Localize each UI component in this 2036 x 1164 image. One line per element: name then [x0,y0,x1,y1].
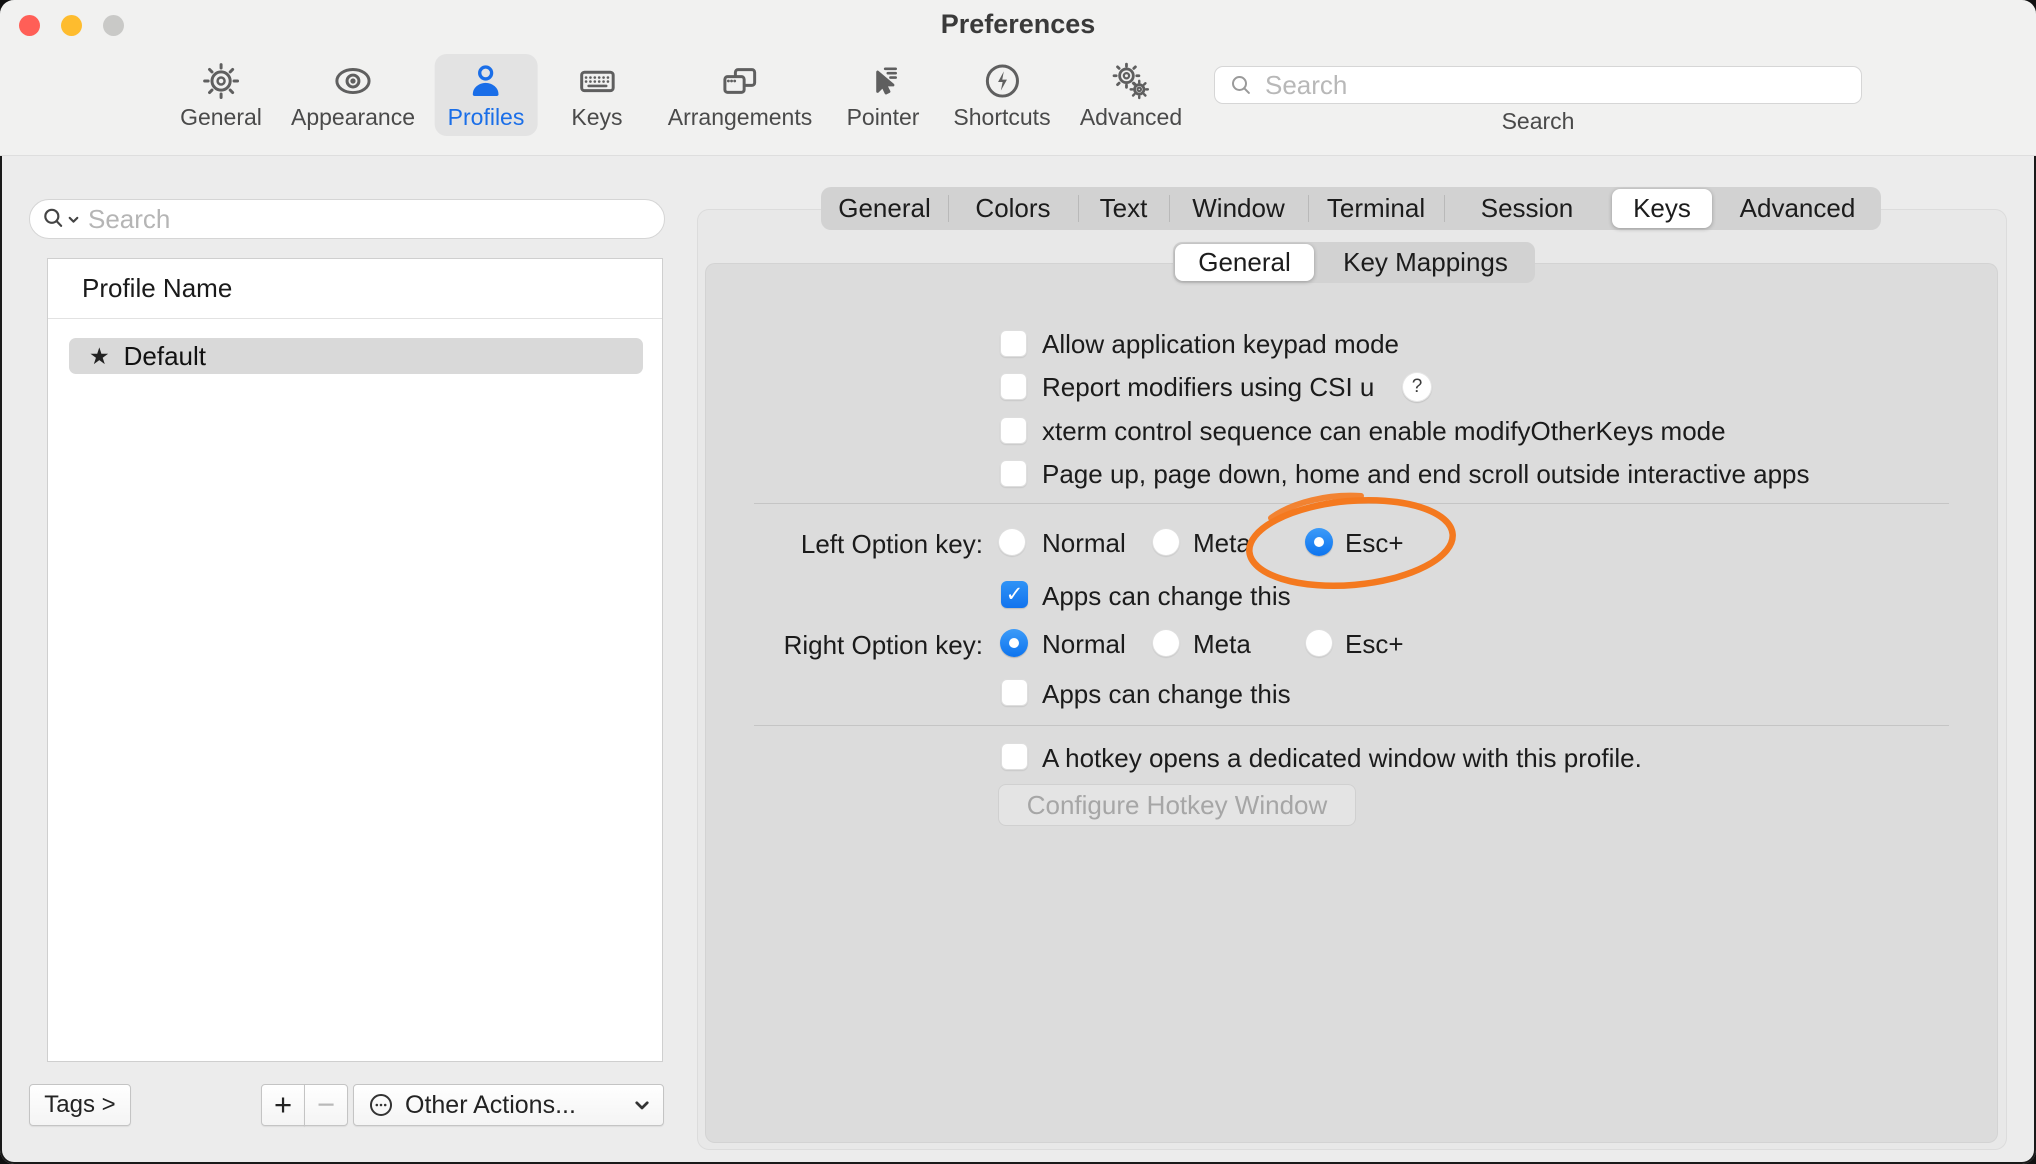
checkbox-label: A hotkey opens a dedicated window with t… [1042,744,1642,772]
radio-left-option-normal[interactable] [998,528,1026,556]
tab-text[interactable]: Text [1078,187,1169,230]
toolbar-item-label: Keys [571,104,622,131]
toolbar-search-caption: Search [1214,108,1862,135]
separator [754,725,1949,726]
checkbox-label: Apps can change this [1042,680,1291,708]
toolbar-item-label: Profiles [448,104,525,131]
profile-tabs: General Colors Text Window Terminal Sess… [821,187,1881,230]
checkbox-hotkey-window[interactable] [1001,743,1028,770]
star-icon: ★ [89,343,110,370]
toolbar-item-pointer[interactable]: Pointer [834,54,933,136]
add-profile-button[interactable]: + [261,1084,305,1126]
help-button[interactable]: ? [1402,372,1432,402]
tab-keys[interactable]: Keys [1612,189,1712,228]
toolbar-item-label: Shortcuts [953,104,1050,131]
profile-search-field[interactable] [29,199,665,239]
radio-right-option-meta[interactable] [1152,629,1180,657]
toolbar-item-appearance[interactable]: Appearance [278,54,428,136]
cursor-icon [862,60,904,102]
annotation-ellipse [1233,490,1473,600]
profile-row-default[interactable]: ★ Default [69,338,643,374]
radio-left-option-meta[interactable] [1152,528,1180,556]
bolt-icon [981,60,1023,102]
window-title: Preferences [0,9,2036,40]
keyboard-icon [576,60,618,102]
toolbar-item-keys[interactable]: Keys [558,54,635,136]
question-mark-icon: ? [1412,376,1423,398]
checkbox-label: Page up, page down, home and end scroll … [1042,460,1810,488]
subtab-general[interactable]: General [1175,244,1314,281]
keys-subtabs: General Key Mappings [1173,242,1535,283]
gear-icon [200,60,242,102]
tags-button[interactable]: Tags > [29,1084,131,1126]
right-option-key-label: Right Option key: [700,630,983,661]
profile-list: Profile Name ★ Default [47,258,663,1062]
toolbar-item-label: Arrangements [668,104,812,131]
eye-icon [332,60,374,102]
tab-colors[interactable]: Colors [948,187,1078,230]
toolbar-item-shortcuts[interactable]: Shortcuts [940,54,1063,136]
toolbar-item-profiles[interactable]: Profiles [435,54,538,136]
left-option-key-label: Left Option key: [700,529,983,560]
checkbox-report-csi-u[interactable] [1000,373,1027,400]
toolbar-search-input[interactable] [1263,69,1827,102]
tab-window[interactable]: Window [1169,187,1308,230]
toolbar-item-label: Pointer [847,104,920,131]
toolbar-item-label: General [180,104,262,131]
tab-terminal[interactable]: Terminal [1308,187,1444,230]
tags-button-label: Tags > [44,1091,115,1119]
tab-advanced[interactable]: Advanced [1714,187,1881,230]
profile-list-header: Profile Name [48,259,662,319]
tab-general[interactable]: General [821,187,948,230]
checkbox-xterm-modifyotherkeys[interactable] [1000,417,1027,444]
preferences-window: Preferences General Appearance Profiles [0,0,2036,1164]
plus-icon: + [274,1087,292,1123]
toolbar-item-label: Appearance [291,104,415,131]
person-icon [465,60,507,102]
radio-label: Normal [1042,630,1126,658]
checkbox-left-apps-can-change[interactable]: ✓ [1001,581,1028,608]
minus-icon: − [317,1087,335,1123]
other-actions-dropdown[interactable]: Other Actions... [353,1084,664,1126]
radio-label: Normal [1042,529,1126,557]
checkbox-page-scroll-outside[interactable] [1000,460,1027,487]
gears-icon [1110,60,1152,102]
tab-session[interactable]: Session [1444,187,1610,230]
circle-ellipsis-icon [367,1091,395,1119]
chevron-down-icon [633,1096,651,1114]
checkbox-right-apps-can-change[interactable] [1001,679,1028,706]
radio-label: Esc+ [1345,630,1404,658]
toolbar-search-field[interactable] [1214,66,1862,104]
toolbar-item-label: Advanced [1080,104,1182,131]
subtab-key-mappings[interactable]: Key Mappings [1316,242,1535,283]
toolbar-item-arrangements[interactable]: Arrangements [655,54,825,136]
configure-hotkey-window-label: Configure Hotkey Window [1027,790,1328,821]
checkbox-label: Report modifiers using CSI u [1042,373,1374,401]
profile-name: Default [124,341,206,372]
configure-hotkey-window-button[interactable]: Configure Hotkey Window [998,784,1356,826]
radio-right-option-normal[interactable] [1000,629,1028,657]
remove-profile-button[interactable]: − [304,1084,348,1126]
checkbox-label: Allow application keypad mode [1042,330,1399,358]
checkbox-label: xterm control sequence can enable modify… [1042,417,1726,445]
windows-icon [719,60,761,102]
radio-label: Meta [1193,630,1251,658]
check-icon: ✓ [1006,582,1024,607]
other-actions-label: Other Actions... [405,1091,576,1120]
search-icon [1229,73,1253,97]
search-with-menu-icon [41,206,80,232]
checkbox-allow-keypad-mode[interactable] [1000,330,1027,357]
toolbar-item-advanced[interactable]: Advanced [1067,54,1195,136]
toolbar-item-general[interactable]: General [167,54,275,136]
profile-search-input[interactable] [86,203,610,236]
radio-right-option-esc[interactable] [1305,629,1333,657]
